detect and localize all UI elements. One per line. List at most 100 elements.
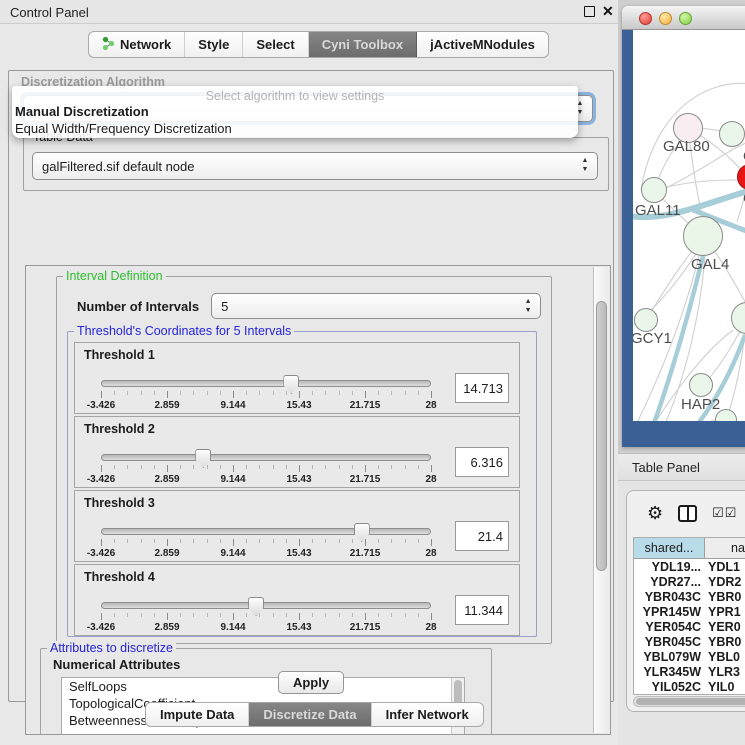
threshold-slider[interactable]: -3.4262.8599.14415.4321.71528 xyxy=(101,525,431,559)
table-header-row: shared... name xyxy=(634,538,745,559)
tab-label: jActiveMNodules xyxy=(430,37,535,52)
node-table[interactable]: shared... name YDL19...YDL1YDR27...YDR2Y… xyxy=(633,537,745,695)
columns-icon[interactable] xyxy=(678,505,697,522)
tab-discretize-data[interactable]: Discretize Data xyxy=(249,703,371,726)
float-window-icon[interactable] xyxy=(584,6,595,17)
table-row[interactable]: YLR345WYLR3 xyxy=(634,664,745,679)
threshold-label: Threshold 3 xyxy=(84,496,155,510)
network-node[interactable] xyxy=(683,216,723,256)
tab-label: Style xyxy=(198,37,229,52)
slider-ticks xyxy=(101,539,431,547)
table-cell: YBL0 xyxy=(705,649,745,664)
table-cell: YLR3 xyxy=(705,664,745,679)
table-cell: YER054C xyxy=(634,619,705,634)
threshold-slider[interactable]: -3.4262.8599.14415.4321.71528 xyxy=(101,377,431,411)
node-label: GAL80 xyxy=(663,138,710,155)
slider-track[interactable] xyxy=(101,602,431,609)
table-cell: YBL079W xyxy=(634,649,705,664)
table-horizontal-scrollbar[interactable] xyxy=(633,696,745,707)
tab-cyni-toolbox[interactable]: Cyni Toolbox xyxy=(309,32,417,57)
table-cell: YIL0 xyxy=(705,679,745,694)
tab-select[interactable]: Select xyxy=(243,32,308,57)
tab-style[interactable]: Style xyxy=(185,32,243,57)
column-header-name[interactable]: name xyxy=(705,538,745,558)
table-cell: YBR0 xyxy=(705,589,745,604)
table-cell: YBR045C xyxy=(634,634,705,649)
slider-ticks xyxy=(101,613,431,621)
node-label: GAL4 xyxy=(691,256,729,273)
settings-scroll-panel: Interval Definition Number of Intervals … xyxy=(25,265,611,735)
bottom-tabbar: Impute Data Discretize Data Infer Networ… xyxy=(145,702,484,727)
threshold-panel: Threshold 1 -3.4262.8599.14415.4321.7152… xyxy=(74,342,520,414)
tab-label: Select xyxy=(256,37,294,52)
slider-scale-labels: -3.4262.8599.14415.4321.71528 xyxy=(101,548,431,559)
table-cell: YDL19... xyxy=(634,559,705,574)
stepper-arrows-icon: ▲▼ xyxy=(522,297,534,315)
table-cell: YLR345W xyxy=(634,664,705,679)
interval-definition-label: Interval Definition xyxy=(63,269,166,283)
network-node[interactable] xyxy=(689,373,713,397)
tab-label: Impute Data xyxy=(160,707,234,722)
table-cell: YBR043C xyxy=(634,589,705,604)
threshold-slider[interactable]: -3.4262.8599.14415.4321.71528 xyxy=(101,451,431,485)
apply-button[interactable]: Apply xyxy=(278,671,344,694)
popup-item-manual-discretization[interactable]: Manual Discretization xyxy=(12,103,578,120)
attributes-group-label: Attributes to discretize xyxy=(47,641,176,655)
threshold-value-field[interactable]: 14.713 xyxy=(455,373,509,403)
tab-label: Cyni Toolbox xyxy=(322,37,403,52)
attribute-item[interactable]: SelfLoops xyxy=(62,678,464,695)
thresholds-group-label: Threshold's Coordinates for 5 Intervals xyxy=(74,324,294,338)
tab-impute-data[interactable]: Impute Data xyxy=(146,703,249,726)
threshold-label: Threshold 1 xyxy=(84,348,155,362)
tab-label: Infer Network xyxy=(386,707,469,722)
network-node[interactable] xyxy=(719,121,745,147)
table-data-value: galFiltered.sif default node xyxy=(42,159,194,174)
threshold-value-field[interactable]: 6.316 xyxy=(455,447,509,477)
table-row[interactable]: YER054CYER0 xyxy=(634,619,745,634)
slider-track[interactable] xyxy=(101,528,431,535)
table-cell: YDL1 xyxy=(705,559,745,574)
node-label: GCY1 xyxy=(633,330,672,347)
table-cell: YPR1 xyxy=(705,604,745,619)
discretization-algorithm-panel: Discretization Algorithm ▲▼ Table Data g… xyxy=(8,70,614,702)
numerical-attributes-label: Numerical Attributes xyxy=(53,657,180,672)
table-cell: YDR27... xyxy=(634,574,705,589)
number-of-intervals-combobox[interactable]: 5 ▲▼ xyxy=(211,293,541,319)
threshold-value-field[interactable]: 21.4 xyxy=(455,521,509,551)
network-node[interactable] xyxy=(634,308,658,332)
network-canvas[interactable]: GAL80G.GAL11GAL4GCY1HHAP2C xyxy=(633,30,745,421)
tab-infer-network[interactable]: Infer Network xyxy=(372,703,483,726)
gear-icon[interactable]: ⚙ xyxy=(647,503,663,524)
threshold-value-field[interactable]: 11.344 xyxy=(455,595,509,625)
network-node[interactable] xyxy=(641,177,667,203)
node-label: HAP2 xyxy=(681,396,720,413)
network-view-window: GAL80G.GAL11GAL4GCY1HHAP2C xyxy=(622,6,745,447)
table-row[interactable]: YIL052CYIL0 xyxy=(634,679,745,694)
select-checkboxes-icon[interactable]: ☑☑ xyxy=(712,505,737,521)
table-row[interactable]: YDR27...YDR2 xyxy=(634,574,745,589)
table-row[interactable]: YBR043CYBR0 xyxy=(634,589,745,604)
zoom-traffic-light-icon[interactable] xyxy=(679,12,692,25)
slider-track[interactable] xyxy=(101,380,431,387)
table-row[interactable]: YPR145WYPR1 xyxy=(634,604,745,619)
popup-item-equal-width[interactable]: Equal Width/Frequency Discretization xyxy=(12,120,578,137)
table-cell: YBR0 xyxy=(705,634,745,649)
close-traffic-light-icon[interactable] xyxy=(639,12,652,25)
table-row[interactable]: YBR045CYBR0 xyxy=(634,634,745,649)
application-window: Control Panel ✕ Network Style Select Cyn… xyxy=(0,0,745,745)
slider-track[interactable] xyxy=(101,454,431,461)
tab-network[interactable]: Network xyxy=(89,32,185,57)
slider-scale-labels: -3.4262.8599.14415.4321.71528 xyxy=(101,400,431,411)
threshold-slider[interactable]: -3.4262.8599.14415.4321.71528 xyxy=(101,599,431,633)
table-panel-header[interactable]: Table Panel xyxy=(618,453,745,481)
column-header-shared-name[interactable]: shared... xyxy=(634,538,705,558)
table-data-combobox[interactable]: galFiltered.sif default node ▲▼ xyxy=(32,152,598,180)
table-row[interactable]: YDL19...YDL1 xyxy=(634,559,745,574)
table-card: ⚙ ☑☑ shared... name YDL19...YDL1YDR27...… xyxy=(626,490,745,712)
close-icon[interactable]: ✕ xyxy=(602,3,614,20)
tab-jactivemnodules[interactable]: jActiveMNodules xyxy=(417,32,548,57)
panel-scrollbar[interactable] xyxy=(593,267,609,733)
threshold-panel: Threshold 4 -3.4262.8599.14415.4321.7152… xyxy=(74,564,520,636)
minimize-traffic-light-icon[interactable] xyxy=(659,12,672,25)
table-row[interactable]: YBL079WYBL0 xyxy=(634,649,745,664)
